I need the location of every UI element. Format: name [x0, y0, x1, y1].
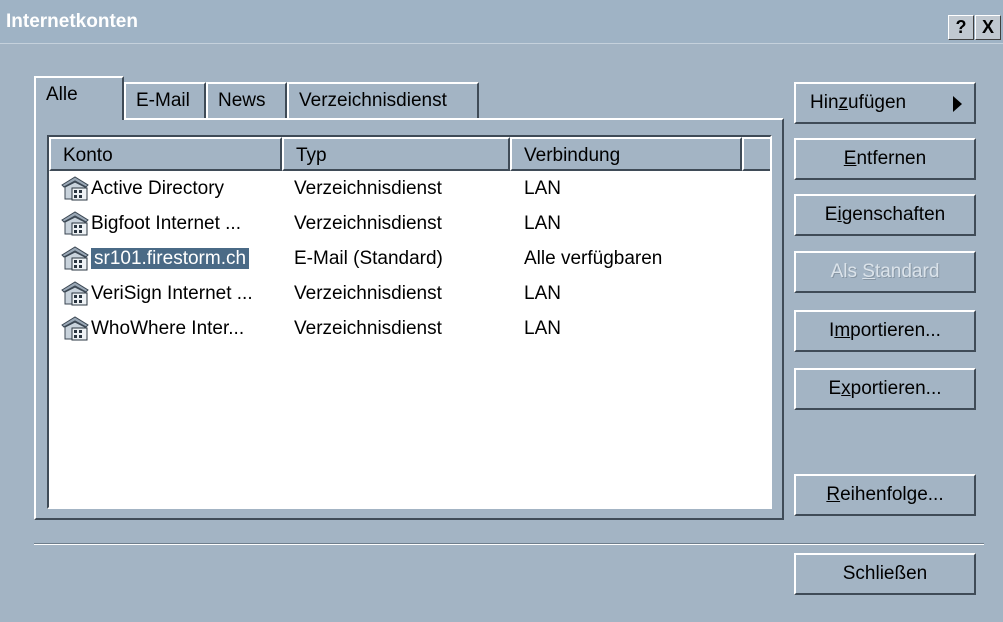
column-header-typ[interactable]: Typ — [282, 137, 510, 171]
konto-cell: Bigfoot Internet ... — [91, 213, 241, 235]
konto-text: Active Directory — [91, 178, 225, 199]
table-row[interactable]: Active Directory Verzeichnisdienst LAN — [49, 173, 770, 207]
typ-cell: Verzeichnisdienst — [294, 213, 442, 234]
export-button-accelerator: x — [841, 378, 851, 399]
table-row[interactable]: sr101.firestorm.ch E-Mail (Standard) Alle … — [49, 243, 770, 277]
import-button-text-post: portieren... — [850, 320, 941, 341]
remove-button-accelerator: E — [843, 148, 857, 169]
add-button[interactable]: Hinzufügen — [794, 82, 976, 124]
table-row[interactable]: Bigfoot Internet ... Verzeichnisdienst LAN — [49, 208, 770, 242]
table-row[interactable]: WhoWhere Inter... Verzeichnisdienst LAN — [49, 313, 770, 347]
typ-cell: Verzeichnisdienst — [294, 178, 442, 199]
tab-verzeichnisdienst-label: Verzeichnisdienst — [299, 90, 447, 111]
column-header-verbindung-label: Verbindung — [524, 145, 621, 166]
typ-cell: E-Mail (Standard) — [294, 248, 443, 269]
set-default-button-accelerator: S — [862, 261, 875, 282]
typ-cell: Verzeichnisdienst — [294, 318, 442, 339]
accounts-list[interactable]: Konto Typ Verbindung Active Directory Ver… — [47, 135, 772, 509]
verbindung-cell: LAN — [524, 213, 561, 234]
close-window-button[interactable]: X — [975, 15, 1001, 40]
konto-cell: Active Directory — [91, 178, 224, 200]
add-button-text-post: ufügen — [848, 92, 907, 113]
export-button-text-pre: E — [828, 378, 842, 399]
import-button[interactable]: Importieren... — [794, 310, 976, 352]
address-book-icon — [59, 210, 91, 238]
tab-news-label: News — [218, 90, 266, 111]
address-book-icon — [59, 315, 91, 343]
konto-cell: sr101.firestorm.ch — [91, 248, 250, 270]
column-header-spacer — [742, 137, 770, 171]
table-row[interactable]: VeriSign Internet ... Verzeichnisdienst LA… — [49, 278, 770, 312]
window-title: Internetkonten — [6, 11, 138, 32]
order-button-accelerator: R — [826, 484, 841, 505]
close-button-label: Schließen — [842, 563, 928, 584]
add-button-text-pre: Hin — [810, 92, 839, 113]
column-header-konto[interactable]: Konto — [49, 137, 282, 171]
address-book-icon — [59, 175, 91, 203]
konto-cell: VeriSign Internet ... — [91, 283, 253, 305]
set-default-button-text-pre: Als — [830, 261, 863, 282]
submenu-arrow-icon — [953, 96, 962, 112]
tab-email[interactable]: E-Mail — [124, 82, 206, 118]
export-button[interactable]: Exportieren... — [794, 368, 976, 410]
verbindung-cell: LAN — [524, 178, 561, 199]
typ-cell: Verzeichnisdienst — [294, 283, 442, 304]
set-default-button-text-post: tandard — [874, 261, 940, 282]
address-book-icon — [59, 280, 91, 308]
verbindung-cell: LAN — [524, 318, 561, 339]
konto-text: Bigfoot Internet ... — [91, 213, 241, 234]
column-header-verbindung[interactable]: Verbindung — [510, 137, 742, 171]
set-default-button[interactable]: Als Standard — [794, 251, 976, 293]
address-book-icon — [59, 245, 91, 273]
konto-cell: WhoWhere Inter... — [91, 318, 244, 340]
tab-email-label: E-Mail — [136, 90, 190, 111]
verbindung-cell: LAN — [524, 283, 561, 304]
tab-alle[interactable]: Alle — [34, 76, 124, 120]
add-button-accelerator: z — [838, 92, 849, 113]
column-header-konto-label: Konto — [63, 145, 113, 166]
konto-text: sr101.firestorm.ch — [91, 248, 250, 269]
properties-button-text-post: genschaften — [841, 204, 946, 225]
konto-text: VeriSign Internet ... — [91, 283, 253, 304]
import-button-accelerator: m — [834, 320, 851, 341]
tab-news[interactable]: News — [206, 82, 287, 118]
close-button[interactable]: Schließen — [794, 553, 976, 595]
properties-button[interactable]: Eigenschaften — [794, 194, 976, 236]
verbindung-cell: Alle verfügbaren — [524, 248, 663, 269]
remove-button-text-post: ntfernen — [856, 148, 927, 169]
konto-text: WhoWhere Inter... — [91, 318, 245, 339]
properties-button-text-pre: E — [824, 204, 838, 225]
column-header-typ-label: Typ — [296, 145, 327, 166]
title-bar: Internetkonten ? X — [0, 0, 1003, 44]
tab-verzeichnisdienst[interactable]: Verzeichnisdienst — [287, 82, 479, 118]
order-button[interactable]: Reihenfolge... — [794, 474, 976, 516]
order-button-text-post: eihenfolge... — [840, 484, 944, 505]
export-button-text-post: portieren... — [850, 378, 942, 399]
remove-button[interactable]: Entfernen — [794, 138, 976, 180]
separator-line — [34, 543, 984, 545]
tab-alle-label: Alle — [46, 84, 78, 105]
help-button[interactable]: ? — [948, 15, 974, 40]
